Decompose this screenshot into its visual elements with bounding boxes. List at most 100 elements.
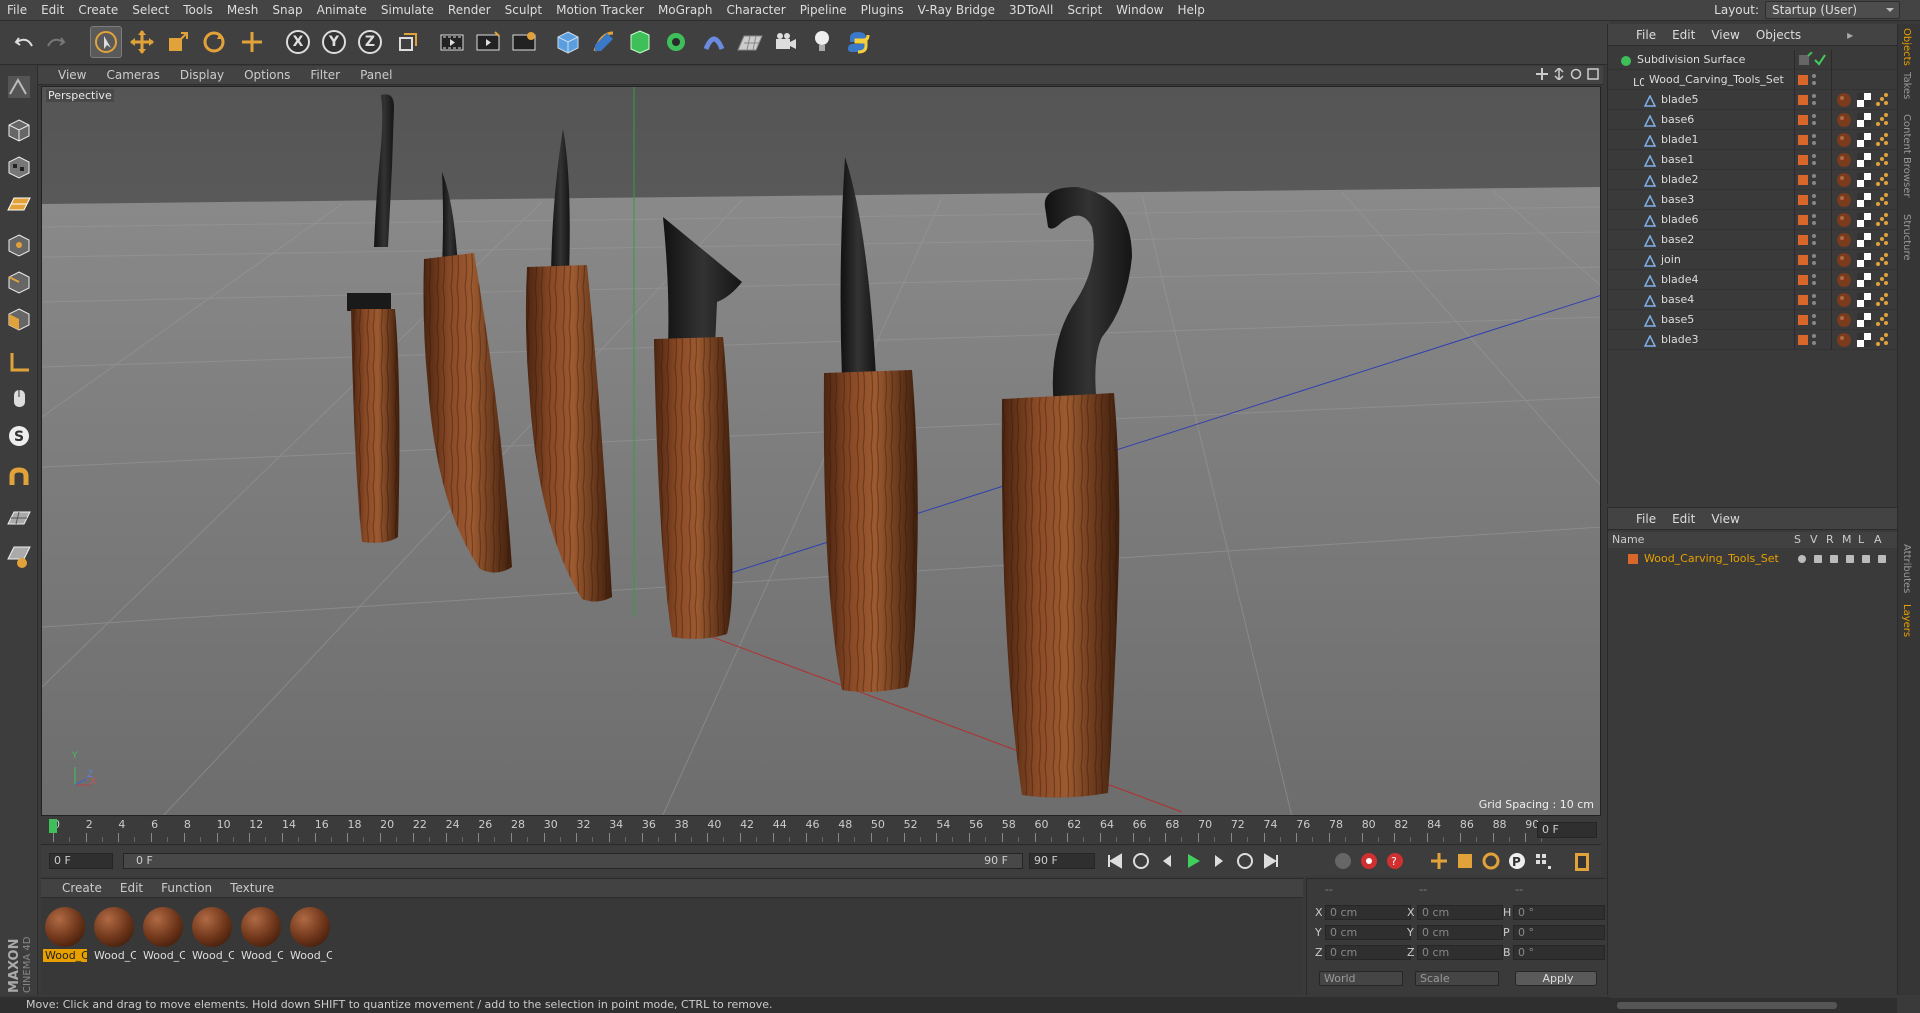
menu-simulate[interactable]: Simulate: [374, 3, 441, 17]
layer-menu-file[interactable]: File: [1628, 512, 1664, 526]
layer-color-swatch[interactable]: [1798, 275, 1808, 285]
selection-tag-icon[interactable]: [1874, 312, 1890, 328]
material-tag-icon[interactable]: [1836, 132, 1852, 148]
material-menu-function[interactable]: Function: [152, 881, 221, 895]
menu-mograph[interactable]: MoGraph: [651, 3, 720, 17]
object-row-base3[interactable]: base3: [1608, 190, 1898, 210]
redo-icon[interactable]: [40, 26, 72, 58]
light-icon[interactable]: [806, 26, 838, 58]
selection-tag-icon[interactable]: [1874, 292, 1890, 308]
material-tag-icon[interactable]: [1836, 92, 1852, 108]
selection-tag-icon[interactable]: [1874, 332, 1890, 348]
menu-select[interactable]: Select: [125, 3, 176, 17]
layer-menu-edit[interactable]: Edit: [1664, 512, 1703, 526]
selection-tag-icon[interactable]: [1874, 152, 1890, 168]
object-row-base5[interactable]: base5: [1608, 310, 1898, 330]
side-tab-layers[interactable]: Layers: [1901, 604, 1912, 637]
tweak-mode-icon[interactable]: [4, 384, 34, 414]
frame-range-slider[interactable]: 0 F 90 F: [123, 853, 1023, 869]
menu-snap[interactable]: Snap: [265, 3, 309, 17]
menu-plugins[interactable]: Plugins: [854, 3, 911, 17]
layer-render-toggle-icon[interactable]: [1830, 555, 1838, 563]
cloner-icon[interactable]: [660, 26, 692, 58]
material-swatch[interactable]: Wood_C: [141, 905, 185, 965]
side-tab-takes[interactable]: Takes: [1901, 72, 1912, 99]
object-row-subdivision-surface[interactable]: Subdivision Surface: [1608, 50, 1898, 70]
editor-visibility-dot[interactable]: [1812, 174, 1816, 178]
model-mode-icon[interactable]: [4, 115, 34, 145]
layout-dropdown[interactable]: Startup (User): [1765, 1, 1900, 19]
locked-workplane-icon[interactable]: [4, 542, 34, 572]
layer-color-swatch[interactable]: [1798, 75, 1808, 85]
material-menu-edit[interactable]: Edit: [111, 881, 152, 895]
object-row-join[interactable]: join: [1608, 250, 1898, 270]
selection-tag-icon[interactable]: [1874, 92, 1890, 108]
viewport-move-icon[interactable]: [1536, 68, 1548, 83]
enable-axis-icon[interactable]: [4, 347, 34, 377]
uvw-tag-icon[interactable]: [1856, 152, 1872, 168]
object-row-blade2[interactable]: blade2: [1608, 170, 1898, 190]
object-row-wood-carving-tools-set[interactable]: L0 Wood_Carving_Tools_Set: [1608, 70, 1898, 90]
rotate-tool-icon[interactable]: [198, 26, 230, 58]
coordinate-system-icon[interactable]: [392, 26, 424, 58]
menu-help[interactable]: Help: [1170, 3, 1211, 17]
editor-visibility-dot[interactable]: [1812, 214, 1816, 218]
timeline-ruler[interactable]: 0246810121416182022242628303234363840424…: [41, 817, 1601, 845]
layer-color-swatch[interactable]: [1798, 195, 1808, 205]
object-row-blade6[interactable]: blade6: [1608, 210, 1898, 230]
layer-color-swatch[interactable]: [1628, 554, 1638, 564]
render-visibility-dot[interactable]: [1812, 121, 1816, 125]
editor-visibility-dot[interactable]: [1812, 94, 1816, 98]
timeline-playhead[interactable]: [49, 819, 57, 833]
editor-visibility-dot[interactable]: [1812, 134, 1816, 138]
point-mode-icon[interactable]: [4, 230, 34, 260]
side-tab-attributes[interactable]: Attributes: [1901, 544, 1912, 593]
next-frame-icon[interactable]: [1209, 851, 1229, 871]
render-visibility-dot[interactable]: [1812, 241, 1816, 245]
menu-3dtoall[interactable]: 3DToAll: [1002, 3, 1060, 17]
uvw-tag-icon[interactable]: [1856, 272, 1872, 288]
magnet-icon[interactable]: [4, 463, 34, 493]
uvw-tag-icon[interactable]: [1856, 172, 1872, 188]
material-tag-icon[interactable]: [1836, 212, 1852, 228]
scrollbar-thumb[interactable]: [1617, 1002, 1837, 1009]
uvw-tag-icon[interactable]: [1856, 132, 1872, 148]
editor-visibility-dot[interactable]: [1812, 334, 1816, 338]
material-tag-icon[interactable]: [1836, 332, 1852, 348]
make-editable-icon[interactable]: [4, 72, 34, 102]
editor-visibility-dot[interactable]: [1812, 274, 1816, 278]
play-icon[interactable]: [1183, 851, 1203, 871]
layer-row[interactable]: Wood_Carving_Tools_Set: [1608, 550, 1898, 568]
uvw-tag-icon[interactable]: [1856, 212, 1872, 228]
material-swatch[interactable]: Wood_C: [239, 905, 283, 965]
menu-motion-tracker[interactable]: Motion Tracker: [549, 3, 651, 17]
editor-visibility-dot[interactable]: [1812, 154, 1816, 158]
material-tag-icon[interactable]: [1836, 292, 1852, 308]
current-frame-field[interactable]: 0 F: [1537, 822, 1597, 838]
menu-file[interactable]: File: [0, 3, 34, 17]
selection-tag-icon[interactable]: [1874, 132, 1890, 148]
start-frame-field[interactable]: 0 F: [49, 853, 113, 869]
object-row-base4[interactable]: base4: [1608, 290, 1898, 310]
edit-toggle-icon[interactable]: [1797, 51, 1813, 68]
material-tag-icon[interactable]: [1836, 272, 1852, 288]
layer-locked-toggle-icon[interactable]: [1862, 555, 1870, 563]
texture-mode-icon[interactable]: [4, 152, 34, 182]
coord-value-field[interactable]: 0 cm: [1325, 945, 1411, 960]
motion-path-icon[interactable]: [1333, 851, 1353, 871]
layer-color-swatch[interactable]: [1798, 155, 1808, 165]
material-tag-icon[interactable]: [1836, 252, 1852, 268]
editor-visibility-dot[interactable]: [1812, 314, 1816, 318]
snap-icon[interactable]: S: [4, 421, 34, 451]
key-rotation-icon[interactable]: [1481, 851, 1501, 871]
uvw-tag-icon[interactable]: [1856, 312, 1872, 328]
live-selection-icon[interactable]: [90, 26, 122, 58]
render-visibility-dot[interactable]: [1812, 301, 1816, 305]
layer-color-swatch[interactable]: [1798, 235, 1808, 245]
viewport-menu-panel[interactable]: Panel: [350, 68, 402, 82]
next-key-icon[interactable]: [1235, 851, 1255, 871]
material-tag-icon[interactable]: [1836, 152, 1852, 168]
viewport-menu-view[interactable]: View: [48, 68, 96, 82]
layer-color-swatch[interactable]: [1798, 135, 1808, 145]
object-menu-more-icon[interactable]: ▸: [1839, 28, 1861, 42]
